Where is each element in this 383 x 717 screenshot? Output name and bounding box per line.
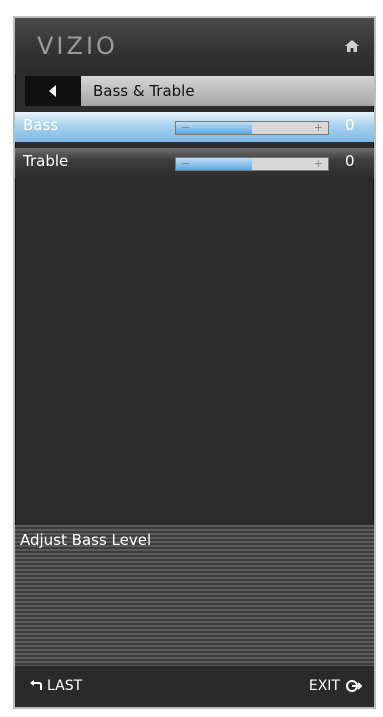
- setting-label: Trable: [23, 152, 69, 170]
- help-text: Adjust Bass Level: [20, 531, 152, 549]
- breadcrumb: Bass & Trable: [25, 76, 374, 106]
- plus-icon: +: [313, 157, 323, 170]
- setting-value: 0: [345, 152, 355, 170]
- exit-button[interactable]: EXIT: [309, 678, 362, 694]
- help-area: Adjust Bass Level: [15, 525, 374, 666]
- bass-slider[interactable]: − +: [175, 121, 329, 135]
- trable-slider[interactable]: − +: [175, 157, 329, 171]
- exit-icon: [346, 680, 362, 692]
- setting-value: 0: [345, 116, 355, 134]
- back-button[interactable]: [25, 76, 81, 106]
- page-title: Bass & Trable: [93, 82, 195, 100]
- header: VIZIO: [15, 18, 374, 74]
- exit-label: EXIT: [308, 678, 340, 694]
- setting-row-bass[interactable]: Bass − + 0: [15, 112, 374, 142]
- back-arrow-icon: [49, 85, 56, 97]
- plus-icon: +: [313, 121, 323, 134]
- last-label: LAST: [47, 678, 83, 694]
- setting-label: Bass: [23, 116, 59, 134]
- setting-row-trable[interactable]: Trable − + 0: [15, 148, 374, 178]
- return-arrow-icon: [30, 680, 42, 690]
- minus-icon: −: [181, 157, 191, 170]
- brand-logo: VIZIO: [37, 32, 118, 60]
- minus-icon: −: [181, 121, 191, 134]
- home-icon[interactable]: [344, 38, 360, 54]
- last-button[interactable]: LAST: [29, 678, 82, 694]
- footer: LAST EXIT: [15, 666, 374, 707]
- settings-panel: VIZIO Bass & Trable Bass − + 0 Trable − …: [13, 16, 376, 709]
